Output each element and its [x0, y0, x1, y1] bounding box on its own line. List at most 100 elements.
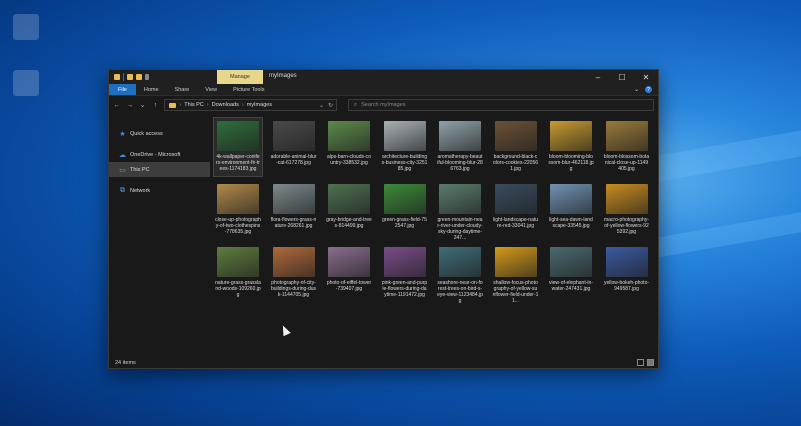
file-item[interactable]: 4k-wallpaper-conifers-environment-fir-tr… [213, 117, 263, 177]
file-item[interactable]: background-black-colors-cookies-220561.j… [491, 117, 541, 177]
large-icons-view-icon[interactable] [647, 359, 654, 366]
image-thumbnail [328, 247, 370, 277]
image-thumbnail [494, 184, 537, 214]
file-name: flora-flowers-grass-nature-268261.jpg [270, 217, 317, 229]
breadcrumb-myimages[interactable]: myImages [247, 102, 272, 108]
image-thumbnail [217, 247, 259, 277]
file-item[interactable]: adorable-animal-blur-cat-617278.jpg [269, 117, 319, 177]
address-bar[interactable]: › This PC › Downloads › myImages ⌄ ↻ [164, 99, 338, 111]
forward-arrow-icon[interactable]: → [126, 102, 134, 109]
file-name: shallow-focus-photography-of-yellow-sunf… [492, 280, 539, 304]
ribbon-tabs: File Home Share View Picture Tools ⌄ ? [109, 84, 658, 96]
file-item[interactable]: bloom-blossom-botanical-close-up-1149405… [602, 117, 652, 177]
image-thumbnail [439, 121, 481, 151]
file-explorer-window: Manage myImages – ☐ ✕ File Home Share Vi… [108, 69, 659, 369]
sidebar-item-label: This PC [130, 166, 150, 173]
file-item[interactable]: macro-photography-of-yellow-flowers-9253… [602, 180, 652, 240]
file-item[interactable]: seashore-near-on-forest-trees-on-bird-s-… [435, 243, 485, 304]
recent-locations-chevron-icon[interactable]: ⌄ [139, 101, 147, 109]
title-bar: Manage myImages – ☐ ✕ [109, 70, 658, 84]
image-thumbnail [217, 184, 259, 214]
tab-file[interactable]: File [109, 84, 136, 95]
sidebar-item-onedrive[interactable]: ☁ OneDrive - Microsoft [109, 147, 210, 162]
file-item[interactable]: view-of-elephant-in-water-247431.jpg [546, 243, 596, 303]
sidebar-item-this-pc[interactable]: ▭ This PC [109, 162, 210, 177]
expand-ribbon-icon[interactable]: ⌄ [634, 86, 639, 93]
file-name: bloom-blossom-botanical-close-up-1149405… [603, 154, 650, 172]
breadcrumb-separator: › [179, 102, 182, 108]
file-name: macro-photography-of-yellow-flowers-9253… [603, 217, 650, 235]
image-thumbnail [439, 184, 481, 214]
cloud-icon: ☁ [119, 151, 126, 159]
customize-toolbar-icon[interactable] [145, 74, 149, 80]
breadcrumb-downloads[interactable]: Downloads [212, 102, 239, 108]
recycle-bin-icon [13, 14, 39, 40]
file-item[interactable]: green-mountain-near-river-under-cloudy-s… [435, 180, 485, 241]
file-item[interactable]: photography-of-city-buildings-during-dus… [269, 243, 319, 303]
file-name: yellow-bokeh-photo-949587.jpg [603, 280, 650, 292]
file-item[interactable]: pink-green-and-purple-flowers-during-day… [380, 243, 430, 303]
file-name: photo-of-eiffel-tower-739407.jpg [326, 280, 372, 292]
file-item[interactable]: alps-barn-clouds-country-338532.jpg [324, 117, 374, 177]
file-name: nature-grass-grassland-woods-109260.jpg [215, 280, 261, 298]
tab-home[interactable]: Home [136, 84, 167, 95]
image-thumbnail [439, 247, 481, 277]
minimize-button[interactable]: – [586, 70, 610, 84]
desktop-icon[interactable] [6, 70, 46, 98]
address-dropdown-chevron-icon[interactable]: ⌄ [319, 102, 324, 109]
image-thumbnail [272, 121, 315, 151]
search-box[interactable]: ⌕ [348, 99, 655, 111]
details-view-icon[interactable] [637, 359, 644, 366]
file-item[interactable]: architecture-buildings-business-city-325… [380, 117, 430, 177]
file-item[interactable]: gray-bridge-and-trees-814499.jpg [324, 180, 374, 240]
ribbon-right-controls: ⌄ ? [634, 86, 652, 93]
properties-icon[interactable] [127, 74, 133, 80]
file-item[interactable]: flora-flowers-grass-nature-268261.jpg [269, 180, 319, 240]
file-item[interactable]: shallow-focus-photography-of-yellow-sunf… [491, 243, 541, 304]
image-thumbnail [605, 184, 648, 214]
up-arrow-icon[interactable]: ↑ [152, 102, 160, 109]
navigation-pane: ★ Quick access ☁ OneDrive - Microsoft ▭ … [109, 114, 210, 357]
window-controls: – ☐ ✕ [586, 70, 658, 84]
breadcrumb-separator: › [241, 102, 244, 108]
tab-view[interactable]: View [197, 84, 225, 95]
computer-icon: ▭ [119, 166, 126, 174]
sidebar-item-network[interactable]: ⧉ Network [109, 183, 210, 198]
close-button[interactable]: ✕ [634, 70, 658, 84]
explorer-body: ★ Quick access ☁ OneDrive - Microsoft ▭ … [109, 114, 658, 357]
file-item[interactable]: photo-of-eiffel-tower-739407.jpg [324, 243, 374, 303]
sidebar-item-label: OneDrive - Microsoft [130, 151, 181, 158]
file-item[interactable]: green-grass-field-752547.jpg [380, 180, 430, 240]
file-item[interactable]: light-sea-dawn-landscape-33545.jpg [546, 180, 596, 240]
breadcrumb-this-pc[interactable]: This PC [184, 102, 204, 108]
desktop-icon[interactable] [6, 14, 46, 42]
back-arrow-icon[interactable]: ← [113, 102, 121, 109]
tab-share[interactable]: Share [167, 84, 198, 95]
maximize-button[interactable]: ☐ [610, 70, 634, 84]
image-thumbnail [494, 121, 537, 151]
file-item[interactable]: bloom-blooming-blossom-blur-462118.jpg [546, 117, 596, 177]
status-bar: 24 items [109, 357, 658, 368]
manage-context-tab[interactable]: Manage [217, 70, 263, 84]
file-item[interactable]: nature-grass-grassland-woods-109260.jpg [213, 243, 263, 303]
file-item[interactable]: light-landscape-nature-red-33041.jpg [491, 180, 541, 240]
image-thumbnail [494, 247, 537, 277]
search-input[interactable] [361, 102, 649, 108]
image-thumbnail [550, 247, 592, 277]
help-icon[interactable]: ? [645, 86, 652, 93]
file-item[interactable]: close-up-photography-of-two-clothespins-… [213, 180, 263, 240]
file-grid: 4k-wallpaper-conifers-environment-fir-tr… [210, 114, 658, 357]
network-icon: ⧉ [120, 186, 125, 194]
new-folder-icon[interactable] [136, 74, 142, 80]
file-name: bloom-blooming-blossom-blur-462118.jpg [548, 154, 594, 172]
tab-picture-tools[interactable]: Picture Tools [225, 84, 272, 95]
file-item[interactable]: yellow-bokeh-photo-949587.jpg [602, 243, 652, 303]
file-name: gray-bridge-and-trees-814499.jpg [326, 217, 372, 229]
refresh-icon[interactable]: ↻ [328, 102, 333, 109]
file-item[interactable]: aromatherapy-beautiful-blooming-blur-286… [435, 117, 485, 177]
image-thumbnail [328, 184, 370, 214]
toolbar-divider [123, 73, 124, 81]
sidebar-item-quick-access[interactable]: ★ Quick access [109, 126, 210, 141]
file-name: 4k-wallpaper-conifers-environment-fir-tr… [216, 154, 260, 172]
image-thumbnail [383, 121, 426, 151]
